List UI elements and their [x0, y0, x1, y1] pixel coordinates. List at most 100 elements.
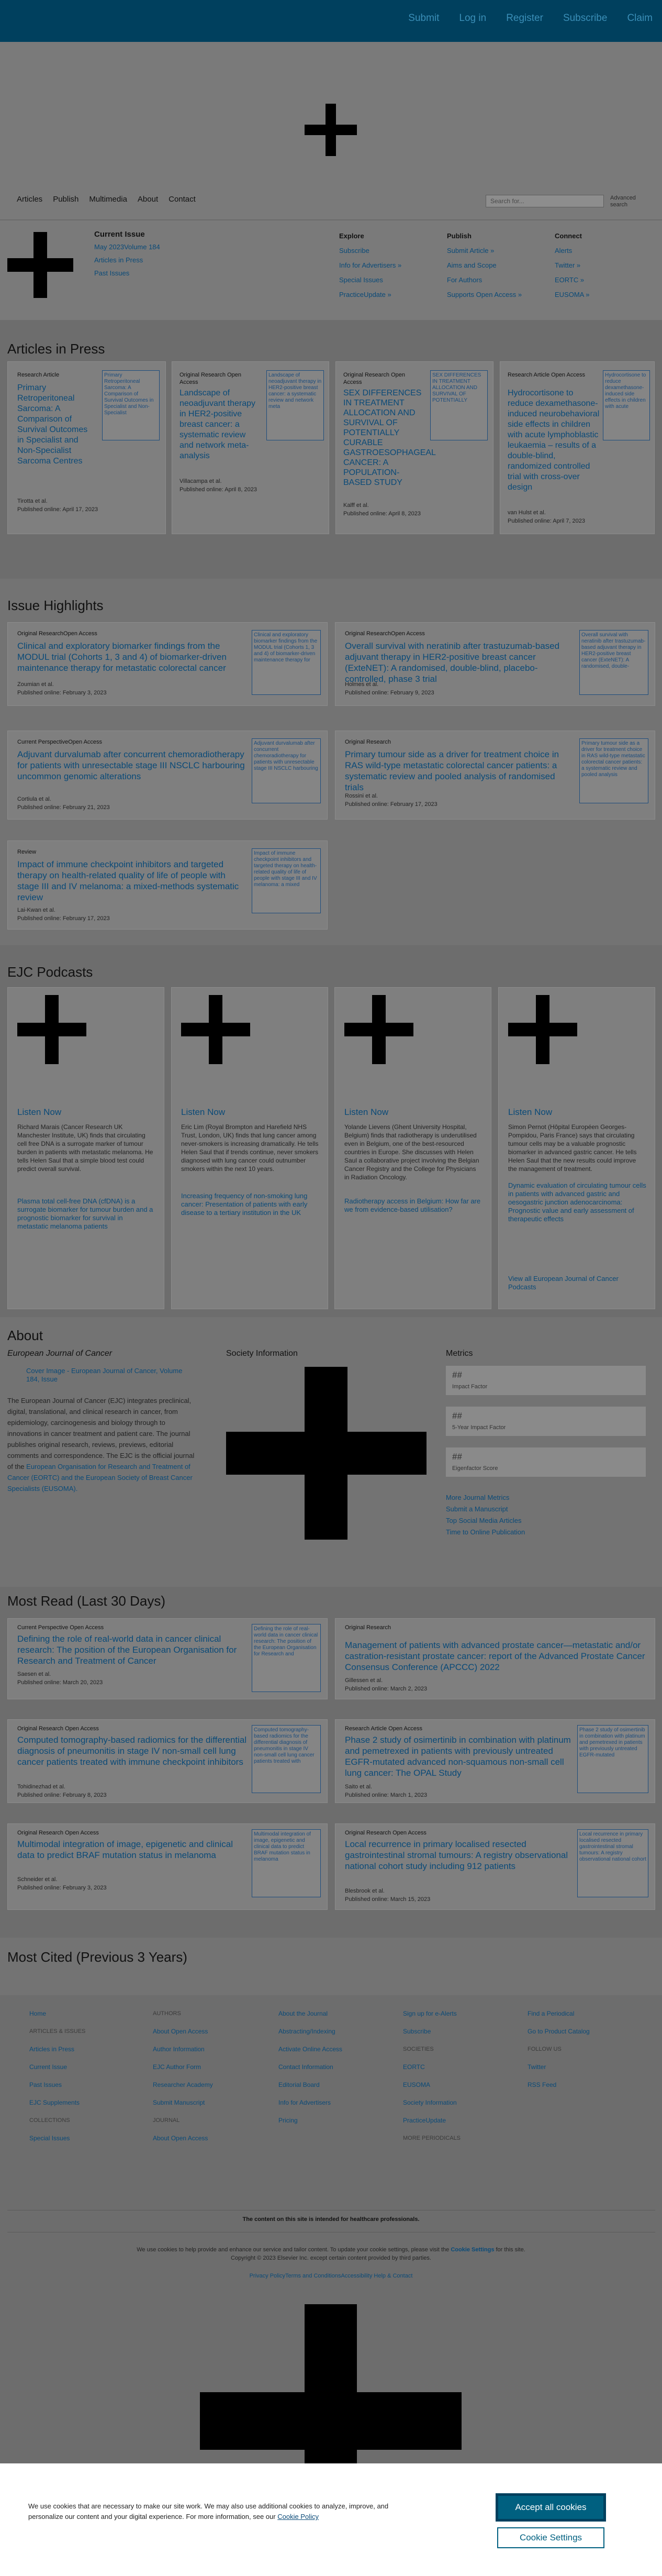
- explore-special-issues[interactable]: Special Issues: [339, 276, 383, 284]
- footer-link[interactable]: Submit Manuscript: [153, 2094, 213, 2111]
- aip-card[interactable]: Original Research Open Access Landscape …: [172, 361, 329, 534]
- card-title[interactable]: Multimodal integration of image, epigene…: [17, 1839, 248, 1861]
- footer-link[interactable]: Past Issues: [29, 2076, 85, 2094]
- footer-link[interactable]: Current Issue: [29, 2058, 85, 2076]
- listen-now-link[interactable]: Listen Now: [508, 1107, 552, 1118]
- card-title[interactable]: Clinical and exploratory biomarker findi…: [17, 640, 248, 673]
- card-title[interactable]: Defining the role of real-world data in …: [17, 1633, 248, 1666]
- footer-link[interactable]: Pricing: [278, 2111, 342, 2129]
- podcast-image-placeholder-icon[interactable]: [344, 995, 413, 1064]
- top-social-link[interactable]: Top Social Media Articles: [446, 1517, 522, 1524]
- accept-all-cookies-button[interactable]: Accept all cookies: [496, 2493, 606, 2522]
- submit-manuscript-link[interactable]: Submit a Manuscript: [446, 1505, 508, 1513]
- footer-link[interactable]: Subscribe: [403, 2022, 461, 2040]
- footer-link[interactable]: EJC Supplements: [29, 2094, 85, 2111]
- highlight-card[interactable]: Current PerspectiveOpen Access Adjuvant …: [7, 731, 328, 820]
- search-input[interactable]: Search for...: [486, 195, 604, 207]
- claim-link[interactable]: Claim: [627, 13, 653, 24]
- subscribe-link[interactable]: Subscribe: [563, 13, 608, 24]
- footer-link[interactable]: Society Information: [403, 2094, 461, 2111]
- publish-submit[interactable]: Submit Article »: [447, 247, 494, 255]
- footer-link[interactable]: EUSOMA: [403, 2076, 461, 2094]
- card-title[interactable]: Impact of immune checkpoint inhibitors a…: [17, 859, 248, 903]
- highlight-card[interactable]: Review Impact of immune checkpoint inhib…: [7, 841, 328, 930]
- card-thumbnail[interactable]: Computed tomography-based radiomics for …: [252, 1725, 321, 1793]
- footer-link[interactable]: Researcher Academy: [153, 2076, 213, 2094]
- card-thumbnail[interactable]: Primary Retroperitoneal Sarcoma: A Compa…: [102, 370, 160, 440]
- card-thumbnail[interactable]: Overall survival with neratinib after tr…: [579, 630, 648, 695]
- most-read-card[interactable]: Original Research Open Access Local recu…: [335, 1823, 655, 1910]
- highlight-card[interactable]: Original ResearchOpen Access Clinical an…: [7, 622, 328, 706]
- footer-link[interactable]: About the Journal: [278, 2005, 342, 2022]
- footer-link[interactable]: Twitter: [528, 2058, 590, 2076]
- connect-eusoma[interactable]: EUSOMA »: [555, 291, 589, 298]
- aip-card[interactable]: Research Article Open Access Hydrocortis…: [500, 361, 655, 534]
- footer-link[interactable]: About Open Access: [153, 2129, 213, 2147]
- card-thumbnail[interactable]: Defining the role of real-world data in …: [252, 1624, 321, 1692]
- card-title[interactable]: Phase 2 study of osimertinib in combinat…: [345, 1734, 575, 1778]
- highlight-card[interactable]: Original ResearchOpen Access Overall sur…: [335, 622, 655, 706]
- most-read-card[interactable]: Original Research Open Access Multimodal…: [7, 1823, 328, 1910]
- card-title[interactable]: Computed tomography-based radiomics for …: [17, 1734, 248, 1767]
- card-thumbnail[interactable]: Multimodal integration of image, epigene…: [252, 1829, 321, 1897]
- footer-link[interactable]: RSS Feed: [528, 2076, 590, 2094]
- podcast-image-placeholder-icon[interactable]: [17, 995, 86, 1064]
- card-title[interactable]: SEX DIFFERENCES IN TREATMENT ALLOCATION …: [343, 388, 435, 488]
- cookie-policy-link[interactable]: Cookie Policy: [277, 2513, 319, 2520]
- card-thumbnail[interactable]: Phase 2 study of osimertinib in combinat…: [577, 1725, 648, 1793]
- login-link[interactable]: Log in: [459, 13, 486, 24]
- footer-link[interactable]: Special Issues: [29, 2129, 85, 2147]
- articles-in-press-link[interactable]: Articles in Press: [94, 256, 143, 264]
- card-title[interactable]: Management of patients with advanced pro…: [345, 1640, 648, 1673]
- time-to-publication-link[interactable]: Time to Online Publication: [446, 1528, 525, 1536]
- publish-open-access[interactable]: Supports Open Access »: [447, 291, 525, 298]
- nav-about[interactable]: About: [138, 195, 158, 204]
- footer-link[interactable]: Home: [29, 2005, 85, 2022]
- card-thumbnail[interactable]: SEX DIFFERENCES IN TREATMENT ALLOCATION …: [430, 370, 488, 440]
- card-title[interactable]: Adjuvant durvalumab after concurrent che…: [17, 749, 248, 782]
- footer-link[interactable]: Info for Advertisers: [278, 2094, 342, 2111]
- society-image-placeholder-icon[interactable]: [226, 1367, 427, 1540]
- footer-link[interactable]: EJC Author Form: [153, 2058, 213, 2076]
- card-thumbnail[interactable]: Clinical and exploratory biomarker findi…: [252, 630, 321, 695]
- podcast-image-placeholder-icon[interactable]: [181, 995, 250, 1064]
- register-link[interactable]: Register: [506, 13, 543, 24]
- footer-link[interactable]: Sign up for e-Alerts: [403, 2005, 461, 2022]
- card-title[interactable]: Hydrocortisone to reduce dexamethasone-i…: [508, 388, 601, 493]
- connect-twitter[interactable]: Twitter »: [555, 261, 580, 269]
- footer-link[interactable]: PracticeUpdate: [403, 2111, 461, 2129]
- submit-link[interactable]: Submit: [408, 13, 439, 24]
- publish-authors[interactable]: For Authors: [447, 276, 482, 284]
- card-thumbnail[interactable]: Landscape of neoadjuvant therapy in HER2…: [266, 370, 324, 440]
- podcast-image-placeholder-icon[interactable]: [508, 995, 577, 1064]
- card-thumbnail[interactable]: Primary tumour side as a driver for trea…: [579, 738, 648, 803]
- aip-card[interactable]: Research Article Primary Retroperitoneal…: [7, 361, 166, 534]
- card-title[interactable]: Landscape of neoadjuvant therapy in HER2…: [179, 388, 258, 461]
- journal-logo-placeholder-icon[interactable]: [305, 104, 357, 156]
- nav-contact[interactable]: Contact: [169, 195, 196, 204]
- journal-cover-placeholder-icon[interactable]: [7, 232, 73, 298]
- footer-link[interactable]: Activate Online Access: [278, 2040, 342, 2058]
- footer-link[interactable]: Go to Product Catalog: [528, 2022, 590, 2040]
- card-title[interactable]: Primary Retroperitoneal Sarcoma: A Compa…: [17, 383, 91, 467]
- past-issues-link[interactable]: Past Issues: [94, 269, 129, 277]
- connect-eortc[interactable]: EORTC »: [555, 276, 584, 284]
- most-read-card[interactable]: Research Article Open Access Phase 2 stu…: [335, 1719, 655, 1803]
- footer-cookie-settings-link[interactable]: Cookie Settings: [451, 2247, 494, 2253]
- highlight-card[interactable]: Original Research Primary tumour side as…: [335, 731, 655, 820]
- footer-link[interactable]: Author Information: [153, 2040, 213, 2058]
- podcast-article-link[interactable]: Radiotherapy access in Belgium: How far …: [344, 1197, 483, 1214]
- footer-link[interactable]: About Open Access: [153, 2022, 213, 2040]
- explore-advertisers[interactable]: Info for Advertisers »: [339, 261, 401, 269]
- card-title[interactable]: Local recurrence in primary localised re…: [345, 1839, 575, 1872]
- publisher-logo-placeholder-icon[interactable]: [200, 2304, 462, 2463]
- current-issue-link[interactable]: May 2023Volume 184: [94, 243, 160, 251]
- more-metrics-link[interactable]: More Journal Metrics: [446, 1494, 509, 1501]
- listen-now-link[interactable]: Listen Now: [17, 1107, 61, 1118]
- nav-publish[interactable]: Publish: [53, 195, 78, 204]
- podcast-article-link[interactable]: Plasma total cell-free DNA (cfDNA) is a …: [17, 1197, 155, 1231]
- podcast-article-link[interactable]: Increasing frequency of non-smoking lung…: [181, 1192, 319, 1217]
- footer-link[interactable]: EORTC: [403, 2058, 461, 2076]
- explore-practiceupdate[interactable]: PracticeUpdate »: [339, 291, 391, 298]
- footer-link[interactable]: Abstracting/Indexing: [278, 2022, 342, 2040]
